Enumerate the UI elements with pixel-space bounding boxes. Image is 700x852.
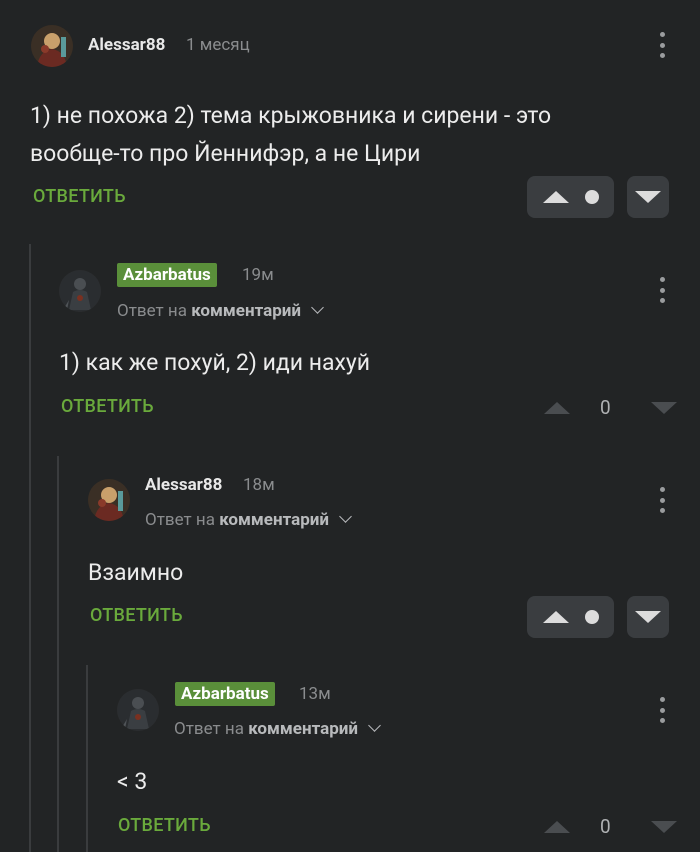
avatar[interactable] xyxy=(59,270,101,312)
score: 0 xyxy=(600,815,611,838)
comment-text: 1) как же похуй, 2) иди нахуй xyxy=(59,344,370,382)
reply-to-target[interactable]: комментарий xyxy=(191,301,301,321)
arrow-down-icon xyxy=(635,191,661,203)
comment-time: 13м xyxy=(299,684,331,704)
chevron-down-icon xyxy=(339,510,353,523)
avatar[interactable] xyxy=(31,25,73,67)
comment-text-line: 1) не похожа 2) тема крыжовника и сирени… xyxy=(30,102,552,129)
thread-line xyxy=(57,456,59,852)
more-vertical-icon[interactable] xyxy=(659,697,665,723)
comment-text: 1) не похожа 2) тема крыжовника и сирени… xyxy=(30,97,551,173)
author-name[interactable]: Alessar88 xyxy=(145,474,222,496)
arrow-up-icon xyxy=(542,611,569,623)
avatar-image xyxy=(59,270,101,312)
chevron-down-icon xyxy=(368,719,382,732)
reply-to-link[interactable]: Ответ на комментарий xyxy=(145,509,353,531)
arrow-down-icon[interactable] xyxy=(650,820,677,833)
reply-to-link[interactable]: Ответ на комментарий xyxy=(117,300,325,322)
thread-line xyxy=(29,244,31,852)
downvote-button[interactable] xyxy=(627,176,669,218)
arrow-up-icon[interactable] xyxy=(544,401,570,414)
comment-text: Взаимно xyxy=(88,554,183,592)
comment-text-line: 1) как же похуй, 2) иди нахуй xyxy=(59,349,371,376)
reply-button[interactable]: ОТВЕТИТЬ xyxy=(33,186,126,208)
vote-controls: 0 xyxy=(544,815,677,838)
reply-to-prefix: Ответ на xyxy=(117,301,187,321)
avatar-image xyxy=(31,25,73,67)
thread-line xyxy=(86,665,88,852)
avatar-image xyxy=(88,479,130,521)
reply-to-prefix: Ответ на xyxy=(145,510,215,530)
comment-time: 19м xyxy=(242,265,274,285)
score: 0 xyxy=(600,396,611,419)
chevron-down-icon xyxy=(311,301,325,314)
comment-time: 18м xyxy=(243,475,275,495)
author-name[interactable]: Azbarbatus xyxy=(117,263,217,287)
avatar[interactable] xyxy=(117,689,159,731)
reply-to-link[interactable]: Ответ на комментарий xyxy=(174,718,382,740)
comment-time: 1 месяц xyxy=(186,35,250,55)
rating-hidden-dot xyxy=(584,610,599,624)
author-name[interactable]: Azbarbatus xyxy=(175,682,275,706)
reply-button[interactable]: ОТВЕТИТЬ xyxy=(61,396,154,418)
comment-text-line: вообще-то про Йеннифэр, а не Цири xyxy=(30,140,421,167)
reply-to-target[interactable]: комментарий xyxy=(219,510,329,530)
comment-text-line: < 3 xyxy=(117,768,148,795)
avatar[interactable] xyxy=(88,479,130,521)
arrow-down-icon xyxy=(635,611,661,623)
author-name[interactable]: Alessar88 xyxy=(88,34,165,56)
comment-text-line: Взаимно xyxy=(88,559,184,586)
comment-text: < 3 xyxy=(117,763,147,801)
upvote-button[interactable] xyxy=(527,176,614,218)
vote-controls: 0 xyxy=(544,396,677,419)
more-vertical-icon[interactable] xyxy=(659,487,665,513)
reply-button[interactable]: ОТВЕТИТЬ xyxy=(90,605,183,627)
more-vertical-icon[interactable] xyxy=(659,32,665,58)
arrow-down-icon[interactable] xyxy=(650,401,677,414)
reply-to-target[interactable]: комментарий xyxy=(248,719,358,739)
rating-hidden-dot xyxy=(584,190,599,204)
reply-to-prefix: Ответ на xyxy=(174,719,244,739)
arrow-up-icon xyxy=(542,191,569,203)
arrow-up-icon[interactable] xyxy=(544,820,570,833)
downvote-button[interactable] xyxy=(627,596,669,638)
upvote-button[interactable] xyxy=(527,596,614,638)
reply-button[interactable]: ОТВЕТИТЬ xyxy=(118,815,211,837)
more-vertical-icon[interactable] xyxy=(659,277,665,303)
avatar-image xyxy=(117,689,159,731)
